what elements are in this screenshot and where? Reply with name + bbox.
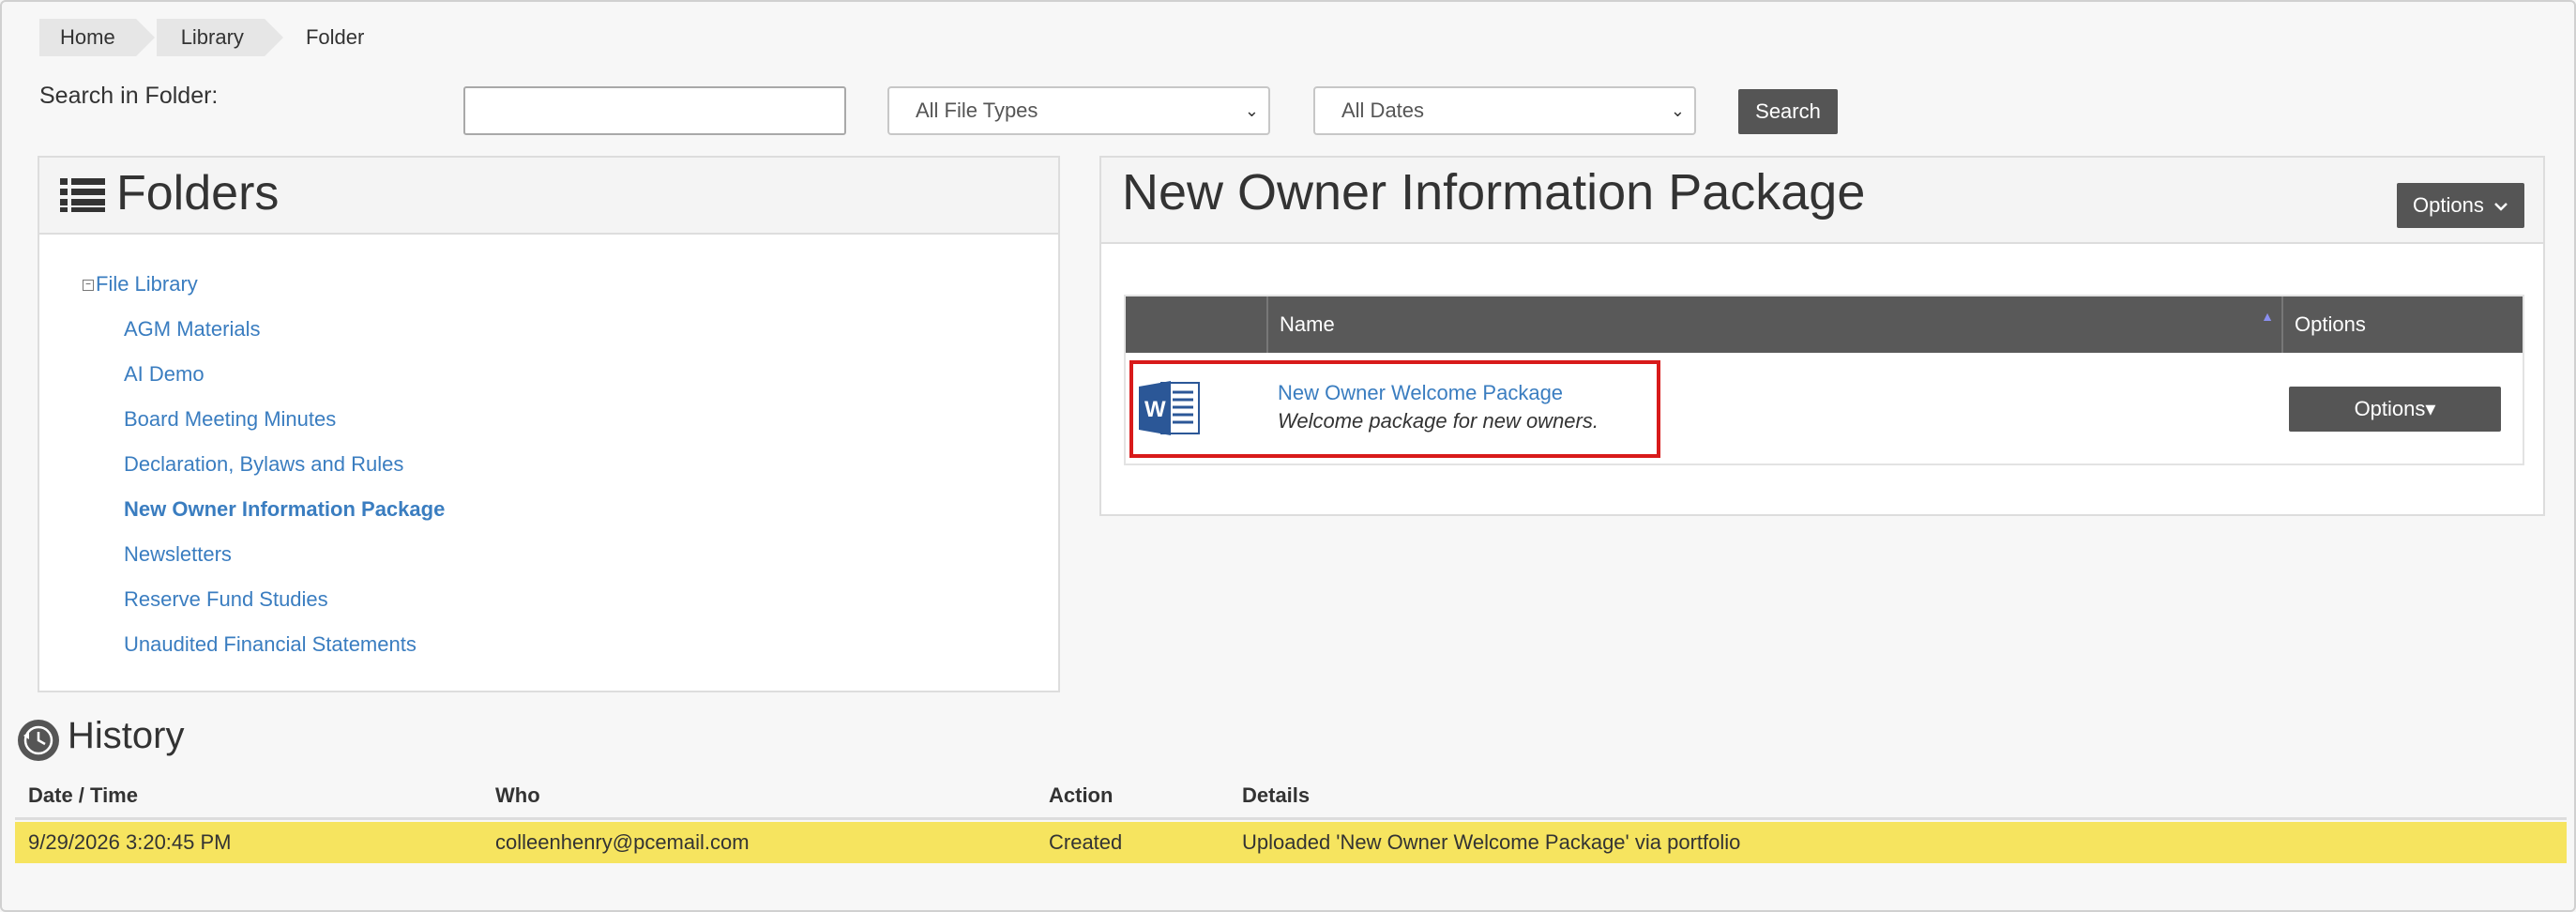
folder-item[interactable]: AGM Materials <box>124 317 260 342</box>
folders-panel: Folders − File Library AGM Materials AI D… <box>38 156 1060 692</box>
word-document-icon[interactable]: W <box>1139 379 1201 437</box>
header-datetime: Date / Time <box>28 783 138 807</box>
search-input[interactable] <box>463 86 846 135</box>
folders-title: Folders <box>116 166 280 220</box>
breadcrumb-home[interactable]: Home <box>39 19 155 56</box>
folder-item[interactable]: AI Demo <box>124 362 205 387</box>
chevron-down-icon <box>2494 203 2508 211</box>
history-title: History <box>68 715 185 756</box>
collapse-icon[interactable]: − <box>83 280 94 291</box>
folder-item[interactable]: Unaudited Financial Statements <box>124 632 417 657</box>
history-details: Uploaded 'New Owner Welcome Package' via… <box>1242 830 1741 854</box>
header-details: Details <box>1242 783 1311 807</box>
svg-text:W: W <box>1144 397 1166 422</box>
folder-item[interactable]: Board Meeting Minutes <box>124 407 336 432</box>
file-link[interactable]: New Owner Welcome Package <box>1278 381 1563 405</box>
folder-item-active[interactable]: New Owner Information Package <box>124 497 445 522</box>
chevron-down-icon: ⌄ <box>1244 101 1259 120</box>
tree-root-label: File Library <box>96 272 198 296</box>
chevron-down-icon: ⌄ <box>1670 101 1685 120</box>
header-options: Options <box>2281 296 2526 353</box>
sort-ascending-icon: ▲ <box>2261 309 2274 324</box>
row-options-button[interactable]: Options▾ <box>2289 387 2501 432</box>
history-table: Date / Time Who Action Details 9/29/2026… <box>15 771 2567 863</box>
file-types-selected: All File Types <box>916 99 1038 122</box>
options-label: Options <box>2413 193 2484 217</box>
search-button[interactable]: Search <box>1738 89 1838 134</box>
package-panel: New Owner Information Package Options Na… <box>1099 156 2545 516</box>
file-description: Welcome package for new owners. <box>1278 409 1599 433</box>
package-title: New Owner Information Package <box>1122 164 1866 220</box>
history-datetime: 9/29/2026 3:20:45 PM <box>28 830 232 854</box>
options-dropdown-button[interactable]: Options <box>2397 183 2524 228</box>
folder-item[interactable]: Reserve Fund Studies <box>124 587 328 612</box>
folders-panel-header: Folders <box>39 158 1058 235</box>
header-action: Action <box>1049 783 1114 807</box>
history-icon <box>18 720 59 761</box>
search-label: Search in Folder: <box>39 83 219 109</box>
folder-item[interactable]: Newsletters <box>124 542 232 567</box>
files-table-header: Name ▲ Options <box>1126 296 2523 353</box>
header-icon-col <box>1126 296 1266 353</box>
history-row: 9/29/2026 3:20:45 PM colleenhenry@pcemai… <box>15 822 2567 863</box>
app-window: Home Library Folder Search in Folder: Al… <box>0 0 2576 912</box>
dates-select[interactable]: All Dates ⌄ <box>1313 86 1696 135</box>
files-table: Name ▲ Options W New Owner Welcome Packa… <box>1124 295 2524 465</box>
history-who: colleenhenry@pcemail.com <box>495 830 750 854</box>
file-types-select[interactable]: All File Types ⌄ <box>887 86 1270 135</box>
breadcrumb-library[interactable]: Library <box>156 19 284 56</box>
breadcrumb: Home Library Folder <box>39 19 405 56</box>
dates-selected: All Dates <box>1341 99 1425 122</box>
history-table-header: Date / Time Who Action Details <box>15 771 2567 820</box>
history-action: Created <box>1049 830 1123 854</box>
package-panel-header: New Owner Information Package Options <box>1101 158 2543 244</box>
header-name[interactable]: Name ▲ <box>1266 296 2281 353</box>
folder-item[interactable]: Declaration, Bylaws and Rules <box>124 452 403 477</box>
header-who: Who <box>495 783 540 807</box>
table-row: W New Owner Welcome Package Welcome pack… <box>1126 353 2523 465</box>
header-name-label: Name <box>1280 312 1335 336</box>
list-icon <box>60 178 105 212</box>
breadcrumb-current: Folder <box>305 25 365 49</box>
tree-root-file-library[interactable]: − File Library <box>83 272 198 296</box>
